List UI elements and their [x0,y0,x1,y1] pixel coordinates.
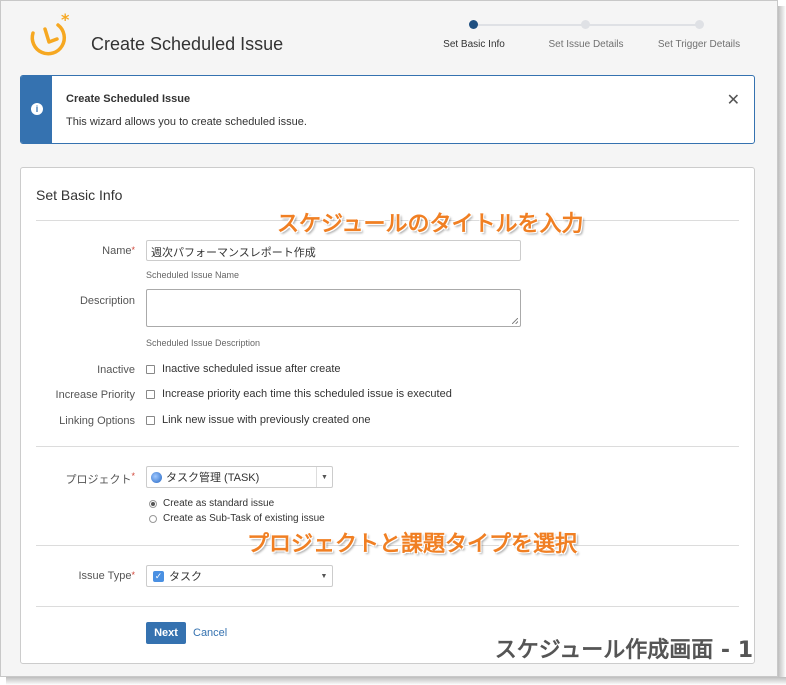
increase-priority-option-text: Increase priority each time this schedul… [162,388,452,400]
name-input[interactable]: 週次パフォーマンスレポート作成 [146,240,521,261]
project-icon [151,471,162,483]
create-subtask-radio-row[interactable]: Create as Sub-Task of existing issue [149,513,325,524]
inactive-checkbox[interactable] [146,364,155,374]
name-hint: Scheduled Issue Name [146,270,240,280]
progress-track [586,24,698,26]
create-standard-label: Create as standard issue [163,498,275,509]
app-logo-icon: * [25,10,81,61]
info-icon: i [31,103,43,115]
linking-options-checkbox[interactable] [146,415,155,425]
cancel-link[interactable]: Cancel [193,627,227,639]
page-title: Create Scheduled Issue [91,34,284,54]
issue-type-select-value: タスク [169,571,202,583]
project-annotation: プロジェクトと課題タイプを選択 [247,532,578,557]
name-label: Name* [102,245,135,257]
inactive-label: Inactive [97,364,135,376]
increase-priority-label: Increase Priority [55,389,135,401]
message-body: This wizard allows you to create schedul… [66,116,307,128]
divider [36,606,739,607]
description-label: Description [79,295,135,307]
create-subtask-label: Create as Sub-Task of existing issue [163,513,325,524]
project-select-value: タスク管理 (TASK) [166,472,260,484]
create-subtask-radio[interactable] [149,514,157,523]
window-frame: * Create Scheduled Issue Set Basic Info … [0,0,778,677]
linking-options-option-text: Link new issue with previously created o… [162,414,371,426]
screen-caption: スケジュール作成画面 - 1 [494,638,753,663]
step-label-basic-info: Set Basic Info [443,39,505,50]
project-select[interactable]: タスク管理 (TASK) ▼ [146,466,333,488]
info-message: i Create Scheduled Issue This wizard all… [20,75,755,144]
issue-type-label: Issue Type* [78,570,135,582]
step-dot-issue-details [581,20,590,29]
step-label-trigger-details: Set Trigger Details [657,39,741,50]
description-textarea[interactable] [146,289,521,327]
linking-options-checkbox-row[interactable]: Link new issue with previously created o… [146,414,371,426]
description-hint: Scheduled Issue Description [146,338,261,348]
create-standard-radio[interactable] [149,499,157,508]
inactive-option-text: Inactive scheduled issue after create [162,363,341,375]
progress-track [473,24,585,26]
close-icon[interactable]: ✕ [727,90,740,110]
step-dot-trigger-details [695,20,704,29]
frame-shadow [6,677,786,685]
svg-text:*: * [61,11,70,29]
inactive-checkbox-row[interactable]: Inactive scheduled issue after create [146,363,341,375]
frame-shadow [778,6,786,685]
title-annotation: スケジュールのタイトルを入力 [277,212,584,237]
resize-grip-icon[interactable] [512,318,518,324]
message-title: Create Scheduled Issue [66,93,191,105]
wizard-progress: Set Basic Info Set Issue Details Set Tri… [433,19,753,59]
chevron-down-icon[interactable]: ▼ [316,566,332,586]
next-button[interactable]: Next [146,622,186,644]
chevron-down-icon[interactable]: ▼ [316,467,332,487]
task-checkbox-icon: ✓ [153,570,164,582]
linking-options-label: Linking Options [59,415,135,427]
section-title: Set Basic Info [36,187,123,203]
step-label-issue-details: Set Issue Details [548,39,624,50]
step-dot-basic-info [469,20,478,29]
create-standard-radio-row[interactable]: Create as standard issue [149,498,274,509]
increase-priority-checkbox[interactable] [146,389,155,399]
project-label: プロジェクト* [65,471,135,486]
divider [36,446,739,447]
issue-type-select[interactable]: ✓ タスク ▼ [146,565,333,587]
increase-priority-checkbox-row[interactable]: Increase priority each time this schedul… [146,388,452,400]
form-panel: Set Basic Info Name* 週次パフォーマンスレポート作成 Sch… [20,167,755,664]
